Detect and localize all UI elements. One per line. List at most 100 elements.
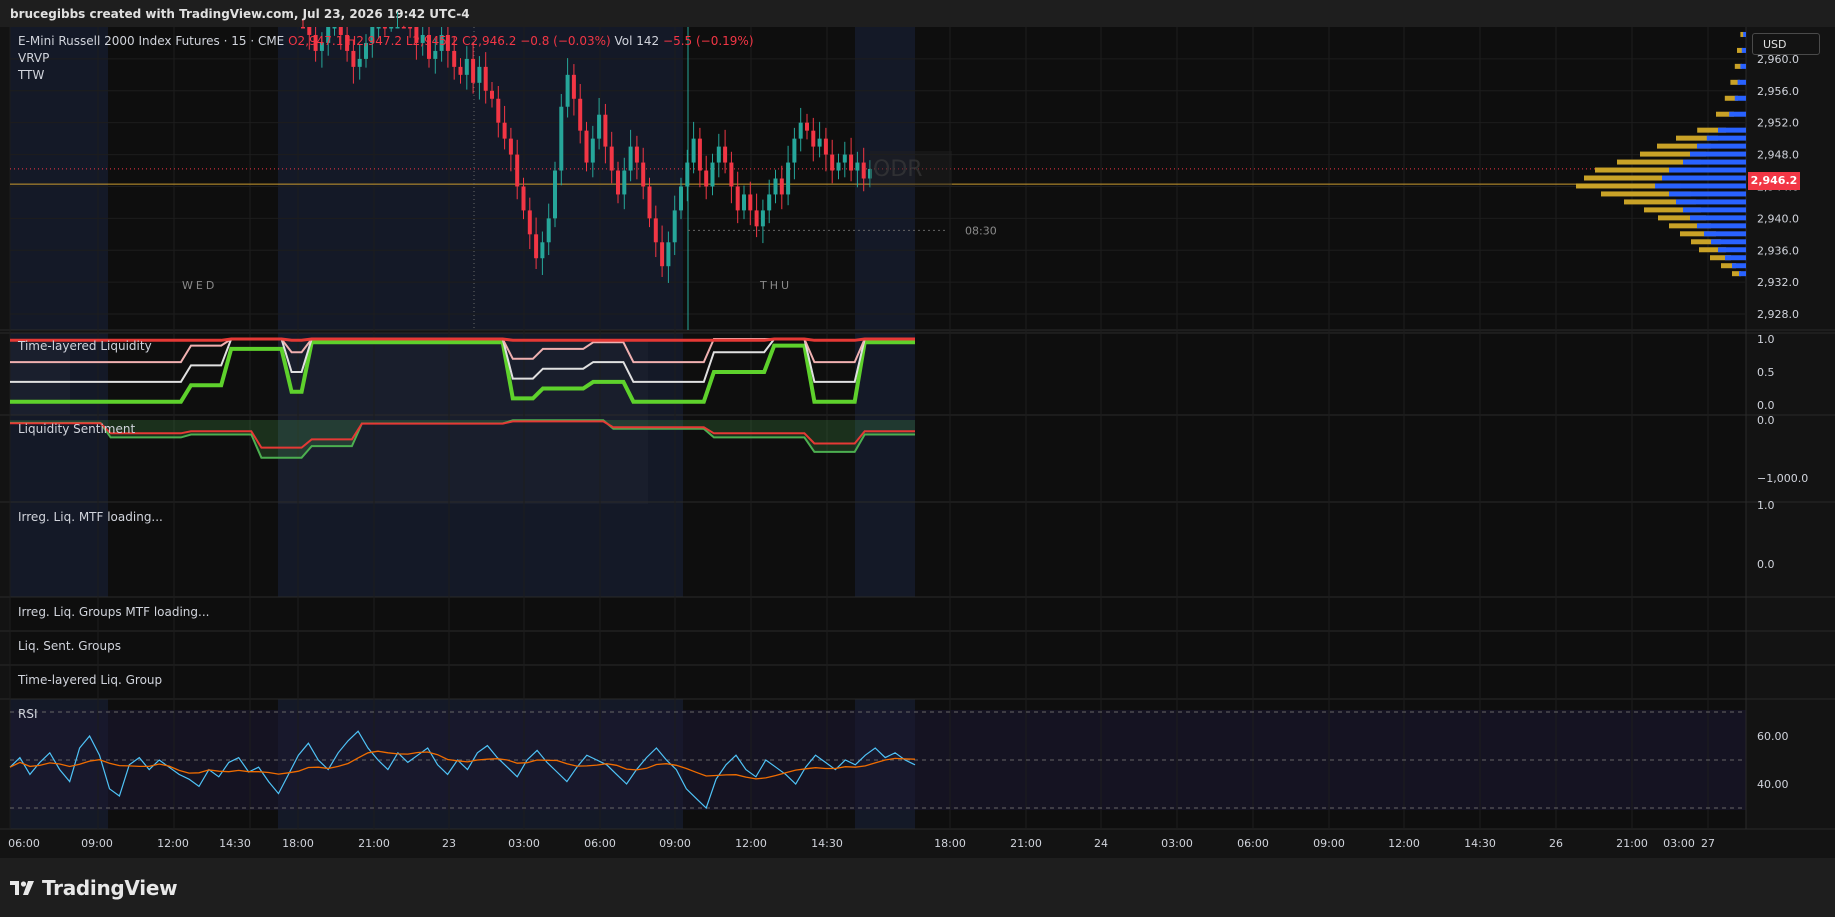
candle-body [433,50,438,59]
candle-body [817,138,822,147]
candle-body [597,114,602,139]
candle-body [483,66,488,91]
time-tick: 06:00 [584,837,616,850]
panel-title-time-layered-liquidity[interactable]: Time-layered Liquidity [18,339,152,353]
candle-body [811,130,816,147]
candle-body [458,66,463,75]
candle-body [716,146,721,163]
candle-body [477,66,482,83]
candle-body [351,50,356,67]
profile-bar-blue [1676,199,1746,205]
profile-bar-blue [1697,143,1746,149]
time-tick: 14:30 [219,837,251,850]
ohlc-low: L2,945.2 [405,34,459,48]
session-label-wed: WED [182,279,217,292]
session-label-thu: THU [759,279,792,292]
candle-body [754,210,759,227]
candle-body [760,210,765,227]
panel-title-irreg-liq-groups[interactable]: Irreg. Liq. Groups MTF loading... [18,605,209,619]
indicator-ttw[interactable]: TTW [18,68,44,82]
candle-body [672,210,677,243]
profile-bar-blue [1690,215,1746,221]
candle-body [559,106,564,171]
candle-body [502,122,507,139]
time-tick: 18:00 [934,837,966,850]
candle-body [590,138,595,163]
candle-body [546,218,551,243]
price-tick: 2,932.0 [1757,276,1799,289]
time-tick: 09:00 [81,837,113,850]
profile-bar-blue [1711,239,1746,245]
panel-title-liq-sent-groups[interactable]: Liq. Sent. Groups [18,639,121,653]
candle-body [540,242,545,259]
candle-body [496,98,501,123]
panel3-tick: 0.0 [1757,558,1775,571]
candle-body [836,162,841,171]
profile-bar-blue [1739,271,1746,277]
profile-bar-blue [1704,231,1746,237]
candle-body [332,27,337,29]
footer-bar: TradingView [0,858,1835,917]
candle-body [452,50,457,67]
time-tick: 24 [1094,837,1108,850]
candle-body [584,130,589,163]
candle-body [823,138,828,155]
price-tick: 2,948.0 [1757,149,1799,162]
time-tick: 03:00 [508,837,540,850]
profile-bar-blue [1743,31,1746,37]
candle-body [401,27,406,29]
time-marker-label: 08:30 [965,224,997,237]
profile-bar-blue [1734,95,1746,101]
currency-selector[interactable]: USD [1752,33,1820,55]
candle-body [565,74,570,107]
price-tick: 2,952.0 [1757,117,1799,130]
chart-canvas[interactable]: 2,960.02,956.02,952.02,948.02,944.02,940… [0,0,1835,858]
pane-bg [10,631,1746,665]
profile-bar-blue [1718,127,1746,133]
candle-body [697,138,702,171]
time-tick: 14:30 [1464,837,1496,850]
panel1-tick: 1.0 [1757,333,1775,346]
panel-title-rsi[interactable]: RSI [18,707,38,721]
candle-body [515,154,520,187]
candle-body [685,162,690,187]
profile-bar-blue [1740,63,1746,69]
panel-title-liquidity-sentiment[interactable]: Liquidity Sentiment [18,422,135,436]
candle-body [723,146,728,163]
candle-body [301,27,305,29]
candle-body [382,27,387,29]
time-tick: 21:00 [1010,837,1042,850]
time-tick: 12:00 [157,837,189,850]
candle-body [464,58,469,75]
panel-title-irreg-liq-mtf[interactable]: Irreg. Liq. MTF loading... [18,510,163,524]
time-tick: 26 [1549,837,1563,850]
candle-body [842,154,847,163]
candle-body [471,58,476,83]
time-tick: 18:00 [282,837,314,850]
candle-body [748,194,753,211]
ohlc-change: −0.8 (−0.03%) [520,34,611,48]
candle-body [578,98,583,131]
tradingview-logo[interactable]: TradingView [10,876,178,900]
candle-body [622,170,627,195]
candle-body [628,146,633,171]
candle-body [508,138,513,155]
panel-title-time-layered-liq-group[interactable]: Time-layered Liq. Group [18,673,162,687]
candle-body [710,162,715,187]
candle-body [553,170,557,219]
candle-body [691,138,696,163]
candle-body [376,27,381,29]
candle-body [704,170,709,187]
volume-value: Vol 142 [614,34,660,48]
candle-body [767,194,772,211]
candle-body [527,210,532,235]
candle [395,11,400,29]
indicator-vrvp[interactable]: VRVP [18,51,49,65]
time-tick: 21:00 [1616,837,1648,850]
candle-body [798,122,803,139]
panel2-tick: −1,000.0 [1757,472,1808,485]
candle-body [408,27,413,29]
candle-body [389,27,394,29]
time-tick: 21:00 [358,837,390,850]
candle-body [660,242,665,267]
